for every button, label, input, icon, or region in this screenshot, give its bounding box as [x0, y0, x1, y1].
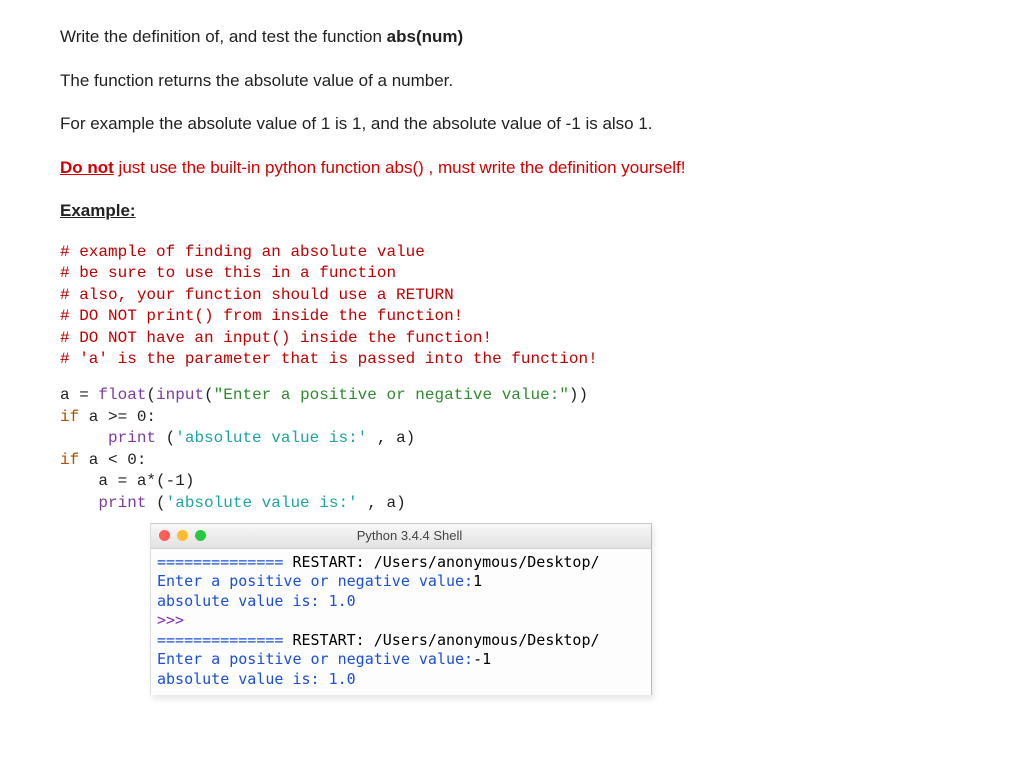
shell-prompt: >>>	[157, 611, 193, 629]
shell-eq-1: ==============	[157, 553, 283, 571]
code-l6-str: 'absolute value is:'	[166, 494, 358, 512]
shell-run1-in: 1	[473, 572, 482, 590]
comment-3: # also, your function should use a RETUR…	[60, 286, 454, 304]
shell-run2-in: -1	[473, 650, 491, 668]
comment-4: # DO NOT print() from inside the functio…	[60, 307, 463, 325]
code-l3-print: print	[108, 429, 156, 447]
close-icon[interactable]	[159, 530, 170, 541]
shell-run1-prompt: Enter a positive or negative value:	[157, 572, 473, 590]
code-l4-if: if	[60, 451, 79, 469]
code-l1-end: ))	[569, 386, 588, 404]
shell-run1-out: absolute value is: 1.0	[157, 592, 356, 610]
example-heading: Example:	[60, 198, 964, 224]
shell-run2-out: absolute value is: 1.0	[157, 670, 356, 688]
code-l2-if: if	[60, 408, 79, 426]
code-l3-indent	[60, 429, 108, 447]
zoom-icon[interactable]	[195, 530, 206, 541]
shell-path-1: /Users/anonymous/Desktop/	[374, 553, 600, 571]
code-comments: # example of finding an absolute value #…	[60, 242, 964, 372]
shell-window: Python 3.4.4 Shell ============== RESTAR…	[150, 523, 652, 696]
code-l3-str: 'absolute value is:'	[175, 429, 367, 447]
code-l6-print: print	[98, 494, 146, 512]
instruction-line-1: Write the definition of, and test the fu…	[60, 24, 964, 50]
shell-run2-prompt: Enter a positive or negative value:	[157, 650, 473, 668]
shell-eq-2: ==============	[157, 631, 283, 649]
do-not: Do not	[60, 158, 114, 177]
code-l3-paren: (	[156, 429, 175, 447]
shell-path-2: /Users/anonymous/Desktop/	[374, 631, 600, 649]
traffic-lights	[159, 530, 206, 541]
shell-restart-1: RESTART:	[283, 553, 373, 571]
code-l1-str: "Enter a positive or negative value:"	[214, 386, 569, 404]
shell-titlebar: Python 3.4.4 Shell	[151, 524, 651, 549]
text: Write the definition of, and test the fu…	[60, 27, 387, 46]
comment-6: # 'a' is the parameter that is passed in…	[60, 350, 598, 368]
shell-body: ============== RESTART: /Users/anonymous…	[151, 549, 651, 696]
comment-2: # be sure to use this in a function	[60, 264, 396, 282]
code-l6-paren: (	[146, 494, 165, 512]
code-l5: a = a*(-1)	[60, 472, 194, 490]
code-l1-input: input	[156, 386, 204, 404]
warning-text: just use the built-in python function ab…	[114, 158, 686, 177]
code-l1-p1: (	[146, 386, 156, 404]
code-l1-float: float	[98, 386, 146, 404]
comment-5: # DO NOT have an input() inside the func…	[60, 329, 492, 347]
code-l4-rest: a < 0:	[79, 451, 146, 469]
code-l2-rest: a >= 0:	[79, 408, 156, 426]
instruction-line-2: The function returns the absolute value …	[60, 68, 964, 94]
code-block: a = float(input("Enter a positive or neg…	[60, 385, 964, 515]
shell-title: Python 3.4.4 Shell	[216, 526, 643, 546]
minimize-icon[interactable]	[177, 530, 188, 541]
code-l3-end: , a)	[367, 429, 415, 447]
comment-1: # example of finding an absolute value	[60, 243, 425, 261]
code-l1-a: a =	[60, 386, 98, 404]
code-l6-end: , a)	[358, 494, 406, 512]
code-l1-p2: (	[204, 386, 214, 404]
shell-restart-2: RESTART:	[283, 631, 373, 649]
code-l6-indent	[60, 494, 98, 512]
instruction-line-3: For example the absolute value of 1 is 1…	[60, 111, 964, 137]
warning-line: Do not just use the built-in python func…	[60, 155, 964, 181]
func-name: abs(num)	[387, 27, 464, 46]
